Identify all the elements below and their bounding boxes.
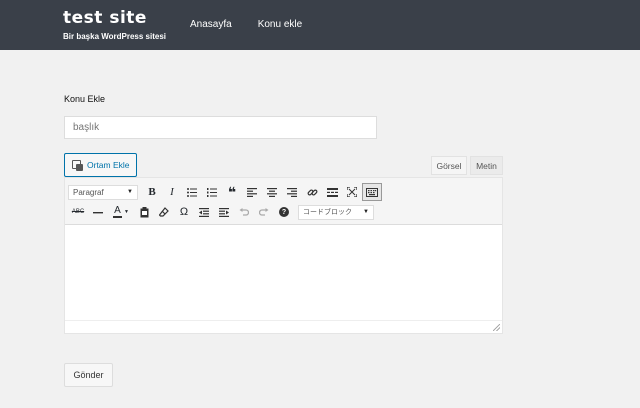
read-more-icon — [326, 187, 338, 197]
fullscreen-button[interactable] — [342, 183, 362, 201]
eraser-icon — [159, 207, 169, 217]
strikethrough-button[interactable]: ABC — [68, 203, 88, 221]
title-input[interactable] — [64, 116, 377, 139]
site-description: Bir başka WordPress sitesi — [63, 32, 167, 41]
redo-icon — [259, 207, 269, 216]
text-color-icon: A — [113, 205, 123, 218]
link-icon — [307, 188, 317, 196]
clear-formatting-button[interactable] — [154, 203, 174, 221]
align-right-icon — [287, 187, 297, 197]
help-mark: ? — [281, 208, 287, 216]
indent-button[interactable] — [214, 203, 234, 221]
form-label: Konu Ekle — [64, 94, 106, 104]
help-button[interactable]: ? — [274, 203, 294, 221]
nav-item-home[interactable]: Anasayfa — [190, 19, 232, 30]
undo-icon — [239, 207, 249, 216]
quote-icon: ❝ — [227, 184, 237, 200]
editor: Paragraf ▼ B I ❝ ABC A ▼ Ω ? コードブロック ▼ — [64, 177, 503, 334]
toolbar-row-2: ABC A ▼ Ω ? コードブロック ▼ — [68, 202, 374, 222]
link-button[interactable] — [302, 183, 322, 201]
format-select[interactable]: Paragraf ▼ — [68, 184, 138, 200]
undo-button[interactable] — [234, 203, 254, 221]
nav-item-add-topic[interactable]: Konu ekle — [258, 19, 302, 30]
tab-text[interactable]: Metin — [470, 156, 503, 175]
chevron-down-icon: ▼ — [363, 209, 369, 215]
blockquote-button[interactable]: ❝ — [222, 183, 242, 201]
code-block-select-value: コードブロック — [303, 208, 352, 216]
format-select-value: Paragraf — [73, 187, 104, 197]
numbered-list-icon — [207, 187, 217, 197]
media-icon — [72, 159, 83, 171]
bullet-list-button[interactable] — [182, 183, 202, 201]
special-character-button[interactable]: Ω — [174, 203, 194, 221]
text-color-button[interactable]: A ▼ — [108, 203, 134, 221]
editor-statusbar — [65, 320, 502, 333]
tab-visual[interactable]: Görsel — [431, 156, 467, 175]
editor-toolbar: Paragraf ▼ B I ❝ ABC A ▼ Ω ? コードブロック ▼ — [65, 178, 502, 225]
clipboard-icon — [140, 206, 148, 217]
align-right-button[interactable] — [282, 183, 302, 201]
add-media-label: Ortam Ekle — [87, 160, 130, 170]
paste-text-button[interactable] — [134, 203, 154, 221]
horizontal-line-icon — [93, 211, 103, 213]
resize-handle-icon[interactable] — [493, 324, 500, 331]
horizontal-line-button[interactable] — [88, 203, 108, 221]
align-left-icon — [247, 187, 257, 197]
read-more-button[interactable] — [322, 183, 342, 201]
site-title[interactable]: test site — [63, 8, 147, 28]
code-block-select[interactable]: コードブロック ▼ — [298, 204, 374, 220]
chevron-down-icon: ▼ — [127, 189, 133, 195]
italic-icon: I — [170, 186, 174, 198]
align-center-button[interactable] — [262, 183, 282, 201]
align-left-button[interactable] — [242, 183, 262, 201]
align-center-icon — [267, 187, 277, 197]
toolbar-toggle-button[interactable] — [362, 183, 382, 201]
outdent-icon — [199, 207, 209, 217]
toolbar-row-1: Paragraf ▼ B I ❝ — [68, 182, 382, 202]
indent-icon — [219, 207, 229, 217]
keyboard-icon — [366, 187, 378, 197]
site-header: test site Bir başka WordPress sitesi Ana… — [0, 0, 640, 50]
bold-button[interactable]: B — [142, 183, 162, 201]
chevron-down-icon: ▼ — [124, 209, 129, 215]
text-color-letter: A — [114, 205, 121, 217]
omega-icon: Ω — [179, 206, 189, 218]
redo-button[interactable] — [254, 203, 274, 221]
fullscreen-icon — [347, 187, 357, 197]
main-nav: Anasayfa Konu ekle — [190, 19, 302, 30]
bold-icon: B — [148, 186, 156, 198]
submit-button[interactable]: Gönder — [64, 363, 113, 387]
add-media-button[interactable]: Ortam Ekle — [64, 153, 137, 177]
numbered-list-button[interactable] — [202, 183, 222, 201]
help-icon: ? — [279, 207, 289, 217]
text-color-swatch — [113, 216, 123, 218]
bullet-list-icon — [187, 187, 197, 197]
editor-content-area[interactable] — [65, 226, 502, 321]
outdent-button[interactable] — [194, 203, 214, 221]
italic-button[interactable]: I — [162, 183, 182, 201]
strikethrough-icon: ABC — [71, 209, 85, 215]
